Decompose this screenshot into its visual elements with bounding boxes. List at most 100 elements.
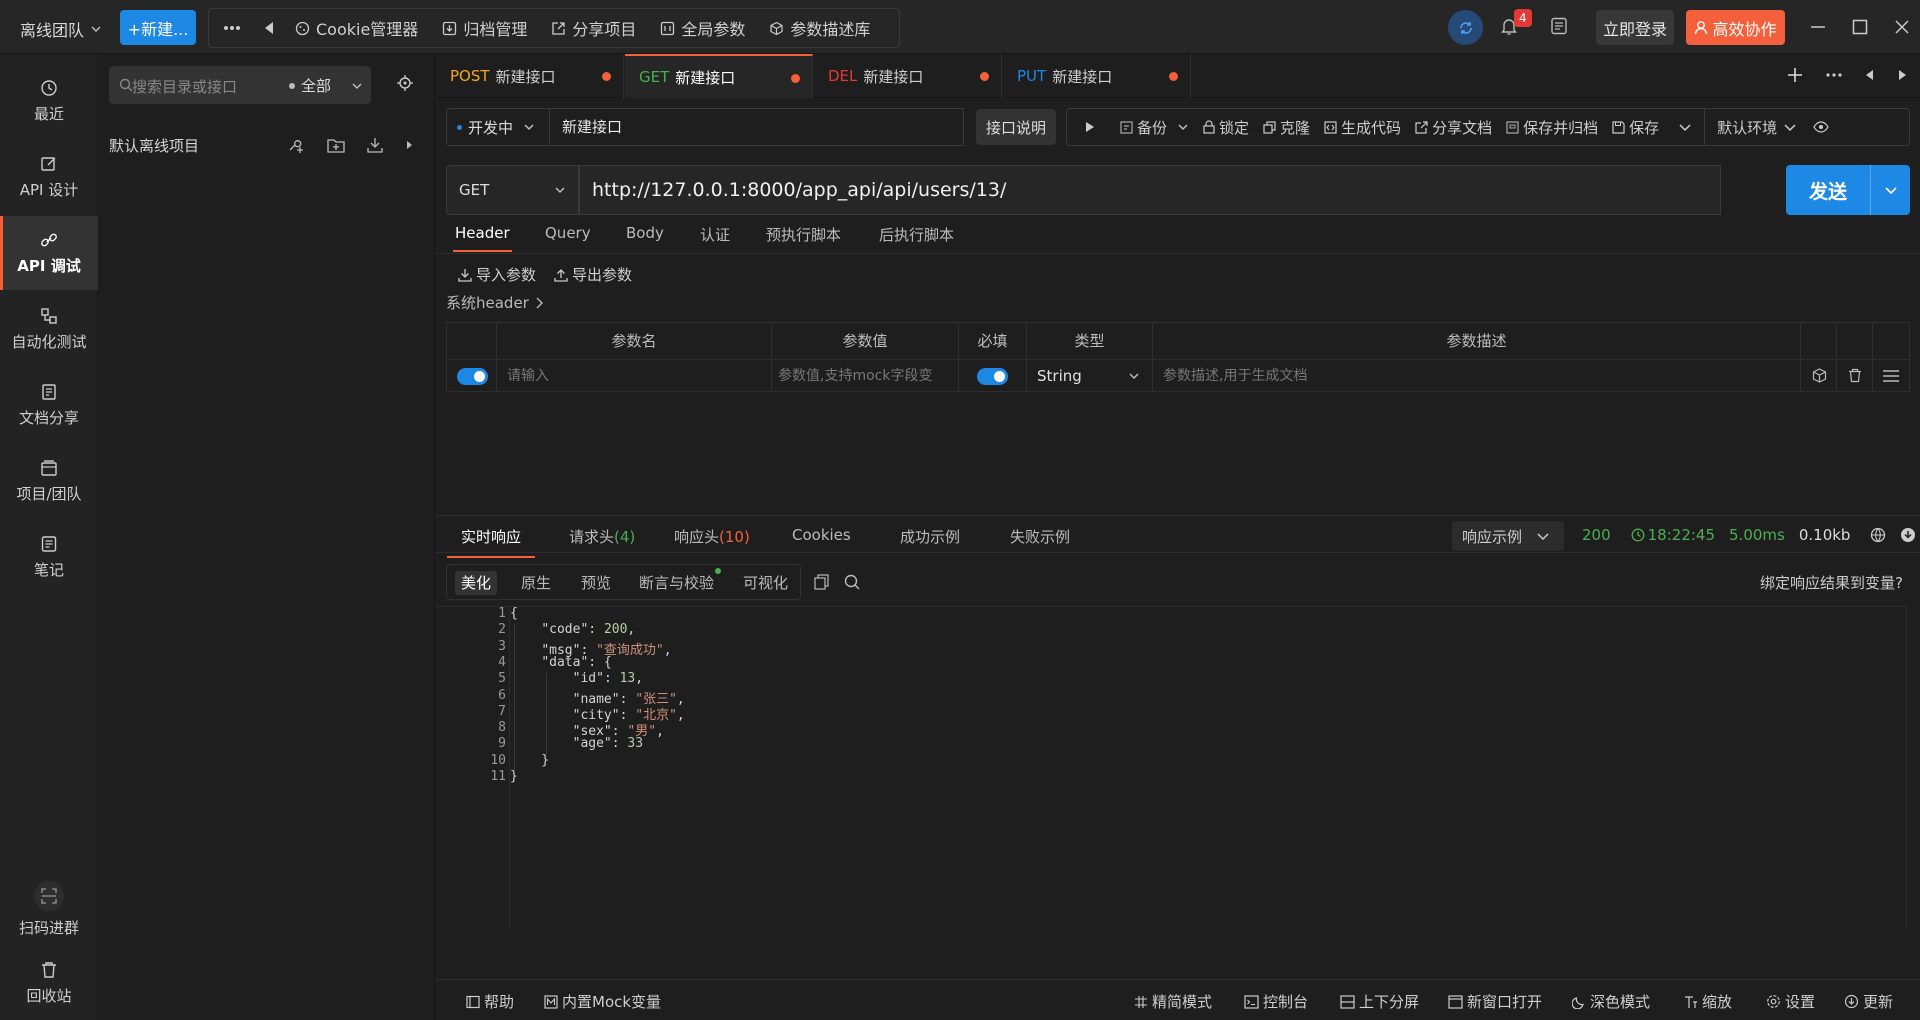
help-button[interactable]: 帮助: [466, 991, 514, 1012]
save-archive-button[interactable]: 保存并归档: [1499, 109, 1605, 145]
env-select[interactable]: 默认环境: [1705, 109, 1809, 145]
nav-doc-share[interactable]: 文档分享: [0, 368, 98, 442]
sync-button[interactable]: [1448, 10, 1483, 45]
tab-auth[interactable]: 认证: [700, 224, 730, 245]
save-menu-button[interactable]: [1666, 109, 1704, 145]
gen-code-button[interactable]: 生成代码: [1317, 109, 1408, 145]
zoom-button[interactable]: 缩放: [1684, 991, 1732, 1012]
update-button[interactable]: 更新: [1844, 991, 1893, 1012]
view-visualize[interactable]: 可视化: [737, 571, 794, 595]
tab-request-headers[interactable]: 请求头(4): [569, 526, 635, 547]
add-api-icon[interactable]: [287, 136, 305, 154]
run-button[interactable]: [1067, 109, 1113, 145]
search-button[interactable]: [844, 574, 860, 590]
nav-project-team[interactable]: 项目/团队: [0, 444, 98, 518]
tab-fail-example[interactable]: 失败示例: [1010, 526, 1070, 547]
tab-query[interactable]: Query: [545, 224, 591, 242]
tab-cookies[interactable]: Cookies: [792, 526, 851, 544]
status-select[interactable]: 开发中: [446, 108, 550, 146]
login-button[interactable]: 立即登录: [1596, 10, 1674, 45]
tab-success-example[interactable]: 成功示例: [900, 526, 960, 547]
maximize-button[interactable]: [1852, 17, 1868, 37]
minimize-button[interactable]: [1810, 17, 1826, 37]
nav-api-design[interactable]: API 设计: [0, 140, 98, 214]
param-desc-input[interactable]: 参数描述,用于生成文档: [1153, 359, 1801, 392]
share-doc-button[interactable]: 分享文档: [1408, 109, 1499, 145]
tab-post-script[interactable]: 后执行脚本: [879, 224, 954, 245]
collapse-button[interactable]: [255, 9, 283, 47]
split-view-button[interactable]: 上下分屏: [1340, 991, 1419, 1012]
param-name-input[interactable]: 请输入: [497, 359, 772, 392]
system-header-toggle[interactable]: 系统header: [446, 292, 543, 313]
row-delete-button[interactable]: [1837, 359, 1873, 392]
send-button[interactable]: 发送: [1786, 165, 1910, 215]
tab-next-button[interactable]: [1898, 69, 1908, 81]
tab-body[interactable]: Body: [626, 224, 664, 242]
nav-auto-test[interactable]: 自动化测试: [0, 292, 98, 366]
global-params-button[interactable]: 全局参数: [648, 9, 757, 47]
export-params-button[interactable]: 导出参数: [554, 264, 632, 285]
project-item[interactable]: 默认离线项目: [109, 132, 427, 158]
bind-response-link[interactable]: 绑定响应结果到变量?: [1760, 572, 1903, 593]
request-tab[interactable]: PUT 新建接口: [1003, 54, 1191, 98]
backup-button[interactable]: 备份: [1113, 109, 1196, 145]
import-params-button[interactable]: 导入参数: [458, 264, 536, 285]
add-folder-icon[interactable]: [327, 137, 345, 153]
url-input[interactable]: http://127.0.0.1:8000/app_api/api/users/…: [579, 165, 1721, 215]
collab-button[interactable]: 高效协作: [1686, 10, 1785, 45]
api-desc-button[interactable]: 接口说明: [976, 109, 1056, 145]
more-button[interactable]: [209, 9, 255, 47]
compact-mode-button[interactable]: 精简模式: [1134, 991, 1212, 1012]
console-button[interactable]: 控制台: [1244, 991, 1308, 1012]
tab-more-button[interactable]: [1826, 73, 1842, 77]
tab-pre-script[interactable]: 预执行脚本: [766, 224, 841, 245]
tab-prev-button[interactable]: [1864, 69, 1874, 81]
globe-icon[interactable]: [1870, 527, 1886, 543]
env-view-button[interactable]: [1809, 109, 1835, 145]
copy-button[interactable]: [814, 574, 829, 590]
clone-button[interactable]: 克隆: [1256, 109, 1317, 145]
lock-button[interactable]: 锁定: [1196, 109, 1256, 145]
view-pretty[interactable]: 美化: [455, 571, 498, 595]
locate-button[interactable]: [397, 75, 413, 91]
editor-scrollbar[interactable]: [1906, 606, 1920, 931]
archive-button[interactable]: 归档管理: [430, 9, 539, 47]
team-selector[interactable]: 离线团队: [20, 17, 102, 41]
new-window-button[interactable]: 新窗口打开: [1448, 991, 1542, 1012]
search-input[interactable]: 搜索目录或接口 全部: [109, 66, 371, 104]
settings-button[interactable]: 设置: [1766, 991, 1815, 1012]
response-example-select[interactable]: 响应示例: [1452, 521, 1564, 551]
api-name-input[interactable]: 新建接口: [550, 108, 964, 146]
cookie-manager-button[interactable]: Cookie管理器: [283, 9, 430, 47]
save-button[interactable]: 保存: [1605, 109, 1666, 145]
scope-select[interactable]: 全部: [289, 75, 363, 96]
row-drag-handle[interactable]: [1873, 359, 1909, 392]
send-menu-button[interactable]: [1871, 183, 1910, 197]
enable-toggle[interactable]: [457, 368, 488, 385]
view-raw[interactable]: 原生: [515, 571, 557, 595]
method-select[interactable]: GET: [446, 165, 579, 215]
type-select[interactable]: String: [1027, 359, 1153, 392]
nav-scan-group[interactable]: 扫码进群: [0, 872, 98, 946]
response-code-editor[interactable]: 1 2 3 4 5 6 7 8 9 10 11 { "code": 200, "msg": "查询成…: [436, 606, 1906, 931]
mock-vars-button[interactable]: 内置Mock变量: [544, 991, 661, 1012]
new-button[interactable]: +新建...: [120, 10, 196, 45]
share-project-button[interactable]: 分享项目: [539, 9, 648, 47]
param-library-button[interactable]: 参数描述库: [757, 9, 882, 47]
request-tab[interactable]: GET 新建接口: [625, 54, 813, 98]
tab-response-headers[interactable]: 响应头(10): [674, 526, 750, 547]
nav-api-debug[interactable]: API 调试: [0, 216, 98, 290]
caret-right-icon[interactable]: [405, 140, 413, 150]
tab-live-response[interactable]: 实时响应: [446, 526, 536, 558]
request-tab[interactable]: POST 新建接口: [436, 54, 624, 98]
download-icon[interactable]: [1900, 527, 1916, 543]
add-tab-button[interactable]: [1786, 66, 1804, 84]
nav-trash[interactable]: 回收站: [0, 946, 98, 1020]
row-cube-button[interactable]: [1801, 359, 1837, 392]
view-assert[interactable]: 断言与校验: [633, 571, 720, 595]
request-tab[interactable]: DEL 新建接口: [814, 54, 1002, 98]
nav-notes[interactable]: 笔记: [0, 520, 98, 594]
required-toggle[interactable]: [977, 368, 1008, 385]
close-button[interactable]: [1894, 17, 1910, 37]
nav-recent[interactable]: 最近: [0, 64, 98, 138]
